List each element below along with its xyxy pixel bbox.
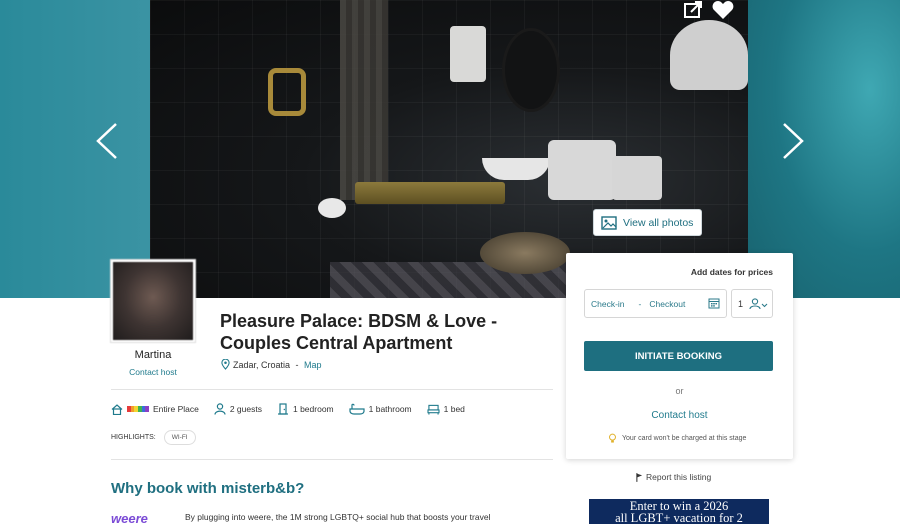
why-book-text: By plugging into weere, the 1M strong LG…	[185, 512, 491, 522]
feature-bathroom: 1 bathroom	[349, 403, 412, 415]
ad-line-2: all LGBT+ vacation for 2	[615, 511, 743, 524]
photo-bathtub	[355, 182, 505, 204]
photo-bidet	[670, 20, 748, 90]
listing-location: Zadar, Croatia - Map	[221, 359, 322, 370]
add-dates-label: Add dates for prices	[690, 267, 773, 277]
checkout-field[interactable]: Checkout	[649, 299, 685, 309]
report-listing-label: Report this listing	[646, 472, 712, 482]
report-listing-link[interactable]: Report this listing	[636, 472, 711, 482]
why-book-heading: Why book with misterb&b?	[111, 480, 305, 497]
booking-panel: Add dates for prices Check-in - Checkout…	[566, 253, 793, 459]
photo-mirror	[502, 28, 560, 112]
view-all-photos-button[interactable]: View all photos	[593, 209, 702, 236]
map-pin-icon	[221, 359, 230, 370]
flag-icon	[636, 472, 643, 482]
home-icon	[111, 403, 123, 415]
feature-bedroom: 1 bedroom	[277, 403, 334, 415]
date-separator: -	[638, 298, 642, 309]
feature-label: 2 guests	[229, 404, 262, 414]
bathtub-icon	[349, 403, 365, 415]
door-icon	[277, 403, 288, 415]
initiate-booking-button[interactable]: INITIATE BOOKING	[584, 341, 773, 371]
charge-note: Your card won't be charged at this stage	[608, 433, 746, 444]
guests-icon	[214, 403, 226, 415]
feature-label: 1 bed	[443, 404, 465, 414]
chevron-right-icon[interactable]	[778, 120, 808, 162]
photo-toilet-seat	[480, 232, 570, 274]
booking-contact-host-link[interactable]: Contact host	[566, 410, 793, 421]
rainbow-flag-icon	[127, 406, 150, 412]
share-icon[interactable]	[682, 0, 706, 20]
chevron-left-icon[interactable]	[92, 120, 122, 162]
charge-note-text: Your card won't be charged at this stage	[622, 435, 747, 442]
promo-ad-banner[interactable]: Enter to win a 2026 all LGBT+ vacation f…	[589, 499, 769, 524]
user-chevron-icon	[749, 297, 768, 309]
feature-guests: 2 guests	[214, 403, 262, 415]
lightbulb-icon	[609, 433, 616, 443]
feature-bed: 1 bed	[427, 403, 465, 415]
contact-host-link[interactable]: Contact host	[111, 367, 195, 377]
guests-count: 1	[738, 298, 744, 309]
divider	[111, 389, 553, 390]
feature-label: 1 bedroom	[292, 404, 334, 414]
or-separator: or	[675, 386, 684, 396]
highlight-chip: WI-FI	[163, 430, 196, 445]
photo-towel	[612, 156, 662, 200]
checkin-field[interactable]: Check-in	[591, 299, 625, 309]
feature-entire-place: Entire Place	[111, 403, 199, 415]
guests-selector[interactable]: 1	[731, 289, 773, 318]
location-separator: -	[293, 359, 302, 370]
host-avatar[interactable]	[111, 260, 195, 342]
feature-label: Entire Place	[153, 404, 199, 414]
feature-label: 1 bathroom	[368, 404, 412, 414]
map-link[interactable]: Map	[304, 360, 322, 370]
photo-towel-ring	[268, 68, 306, 116]
divider	[111, 459, 553, 460]
calendar-icon	[708, 298, 720, 309]
listing-title: Pleasure Palace: BDSM & Love - Couples C…	[220, 311, 498, 353]
photos-icon	[601, 215, 617, 230]
photo-toilet-paper	[318, 198, 346, 218]
highlights-label: HIGHLIGHTS:	[111, 434, 156, 441]
location-text: Zadar, Croatia	[233, 359, 291, 370]
photo-toilet-tank	[548, 140, 616, 200]
heart-icon[interactable]	[711, 0, 735, 20]
photo-curtain	[340, 0, 388, 200]
photo-lamp	[450, 26, 486, 82]
listing-features: Entire Place 2 guests 1 bedroom 1 bathro…	[111, 403, 480, 415]
bed-icon	[427, 404, 440, 415]
date-picker[interactable]: Check-in - Checkout	[584, 289, 727, 318]
host-name: Martina	[134, 349, 172, 361]
view-all-photos-label: View all photos	[623, 216, 694, 229]
highlights-row: HIGHLIGHTS: WI-FI	[111, 430, 196, 445]
